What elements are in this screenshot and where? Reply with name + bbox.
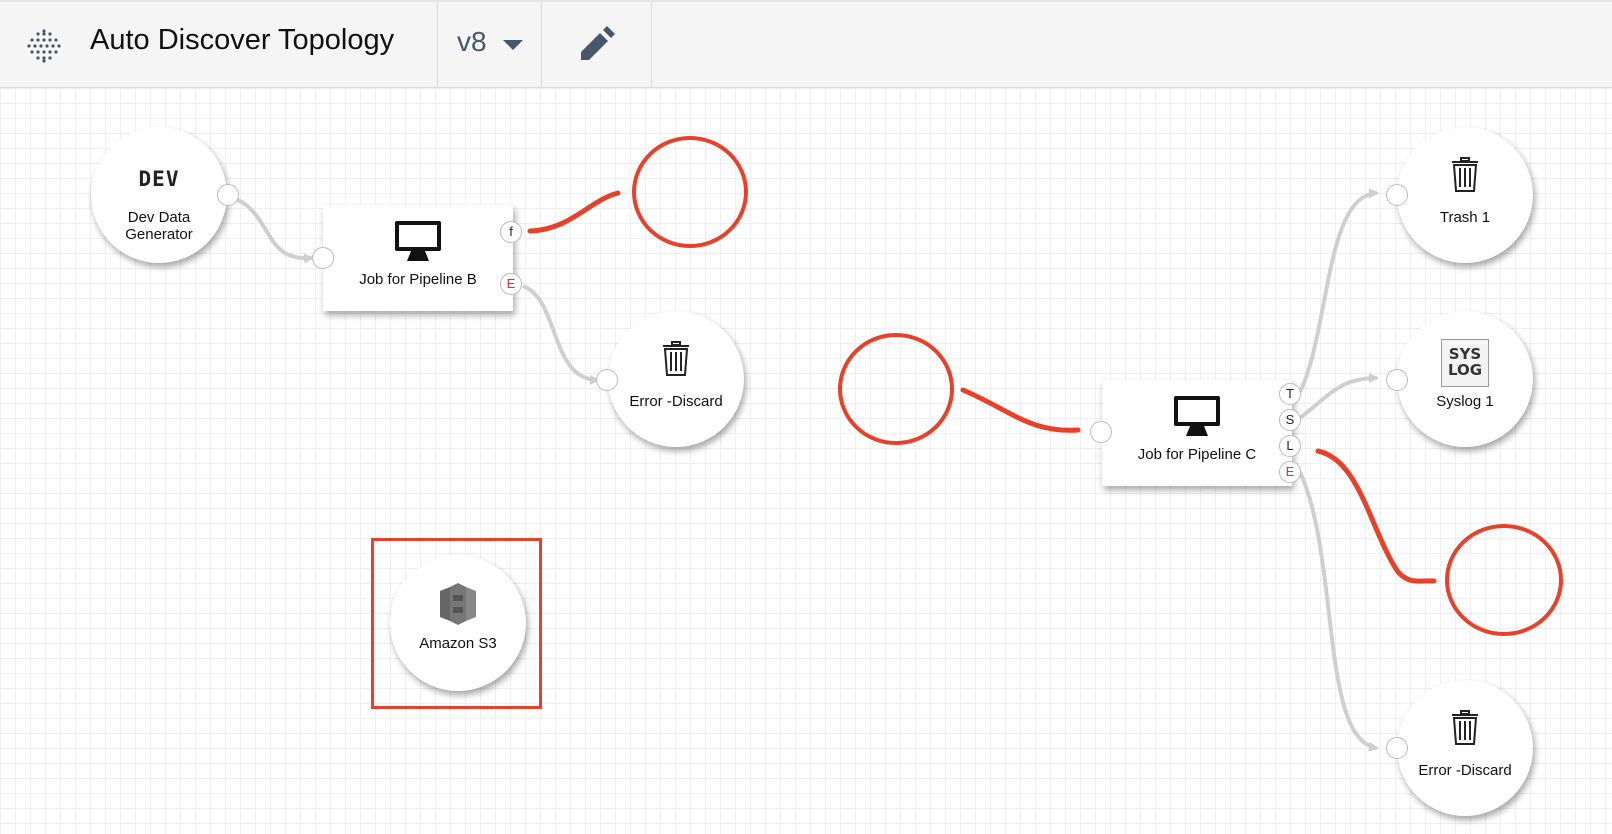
node-job-for-pipeline-b[interactable]: Job for Pipeline B (323, 205, 513, 311)
header-divider (651, 2, 652, 88)
input-port[interactable] (1090, 421, 1112, 443)
node-trash-1[interactable]: Trash 1 (1397, 127, 1533, 263)
output-port-s[interactable]: S (1279, 409, 1301, 431)
node-label: Job for Pipeline B (359, 271, 477, 288)
monitor-icon (1174, 396, 1220, 436)
output-port-f[interactable]: f (500, 221, 522, 243)
trash-icon (1452, 710, 1478, 745)
input-port[interactable] (596, 369, 618, 391)
node-syslog-1[interactable]: SYS LOG Syslog 1 (1397, 311, 1533, 447)
node-job-for-pipeline-c[interactable]: Job for Pipeline C (1102, 380, 1292, 486)
error-port[interactable]: E (500, 273, 522, 295)
node-amazon-s3[interactable]: Amazon S3 (390, 555, 526, 691)
node-label: Syslog 1 (1436, 393, 1494, 410)
version-dropdown[interactable]: v8 (438, 2, 540, 88)
node-label: Generator (125, 226, 193, 243)
node-dev-data-generator[interactable]: DEV Dev Data Generator (91, 127, 227, 263)
dotted-grid-logo-icon (26, 28, 62, 64)
input-port[interactable] (1386, 184, 1408, 206)
node-error-discard-c[interactable]: Error -Discard (1397, 680, 1533, 816)
caret-down-icon (503, 40, 523, 50)
monitor-icon (395, 221, 441, 261)
output-port[interactable] (217, 184, 239, 206)
amazon-s3-icon (440, 583, 476, 625)
node-label: Error -Discard (1418, 762, 1512, 779)
page-title: Auto Discover Topology (90, 24, 395, 56)
dev-badge: DEV (138, 167, 180, 191)
pipeline-canvas[interactable] (0, 88, 1612, 834)
edit-button[interactable] (542, 2, 650, 88)
node-label: Job for Pipeline C (1137, 446, 1257, 463)
syslog-icon-text: SYS (1448, 345, 1482, 363)
syslog-icon: SYS LOG (1441, 339, 1489, 387)
trash-icon (1452, 157, 1478, 192)
output-port-t[interactable]: T (1279, 383, 1301, 405)
node-error-discard-b[interactable]: Error -Discard (608, 311, 744, 447)
output-port-l[interactable]: L (1279, 435, 1301, 457)
version-label: v8 (457, 26, 487, 57)
node-label: Trash 1 (1439, 209, 1491, 226)
node-label: Error -Discard (629, 393, 723, 410)
input-port[interactable] (312, 247, 334, 269)
error-port[interactable]: E (1279, 461, 1301, 483)
node-label: Dev Data (127, 209, 191, 226)
node-label: Amazon S3 (419, 635, 497, 652)
input-port[interactable] (1386, 369, 1408, 391)
syslog-icon-text: LOG (1447, 361, 1483, 379)
topology-header: Auto Discover Topology v8 (0, 0, 1612, 88)
pencil-icon (581, 26, 615, 60)
trash-icon (663, 341, 689, 376)
input-port[interactable] (1386, 737, 1408, 759)
